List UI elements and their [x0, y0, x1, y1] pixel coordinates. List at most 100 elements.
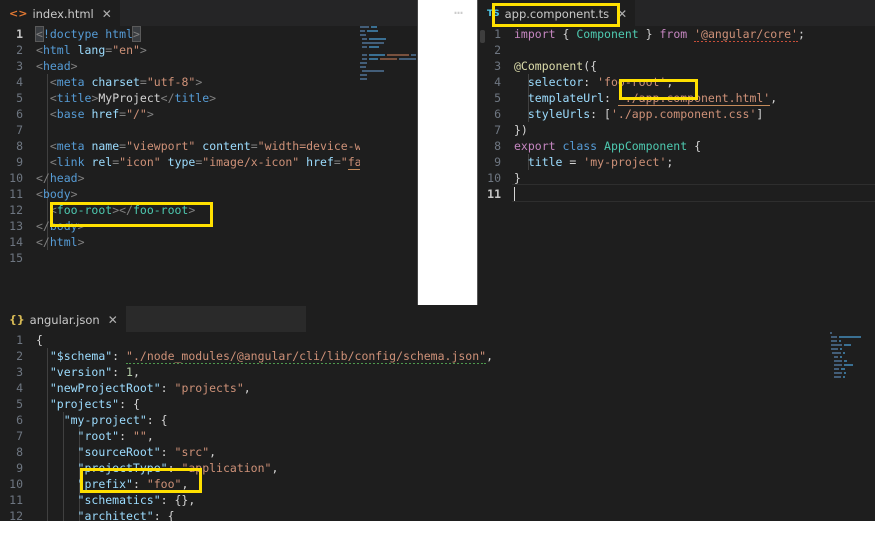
code-line: 12 <foo-root></foo-root> — [0, 202, 418, 218]
minimap-token — [843, 344, 851, 346]
minimap-token — [833, 372, 842, 374]
code-line: 11 — [478, 186, 875, 202]
line-content: @Component({ — [514, 59, 598, 73]
minimap-token — [369, 54, 385, 56]
minimap-token — [833, 368, 840, 370]
bottom-editor-pane: {} angular.json ✕ 1{ 2 "$schema": "./nod… — [0, 306, 875, 521]
editor-actions-overflow-button[interactable]: … — [443, 2, 475, 17]
line-number: 2 — [16, 43, 23, 57]
line-content: "my-project": { — [63, 413, 168, 427]
minimap-token — [368, 58, 378, 60]
bottom-editor-minimap[interactable] — [830, 332, 875, 521]
minimap-token — [360, 78, 368, 80]
close-icon[interactable]: ✕ — [102, 7, 112, 21]
tab-app-component-ts[interactable]: TS app.component.ts ✕ — [478, 0, 636, 26]
line-number: 1 — [16, 333, 23, 347]
minimap-line — [830, 352, 875, 355]
minimap-token — [360, 66, 367, 68]
minimap-token — [841, 368, 846, 370]
minimap-token — [386, 54, 409, 56]
code-line: 2 — [478, 42, 875, 58]
code-line: 8 export class AppComponent { — [478, 138, 875, 154]
code-line: 4 <meta charset="utf-8"> — [0, 74, 418, 90]
minimap-line — [830, 356, 875, 359]
minimap-token — [360, 30, 366, 32]
page-bottom-margin — [0, 521, 875, 533]
line-content: "root": "", — [77, 429, 154, 443]
minimap-token — [839, 340, 842, 342]
minimap-token — [360, 26, 370, 28]
left-editor-tabbar: <> index.html ✕ — [0, 0, 418, 26]
code-line: 1{ — [0, 332, 875, 348]
minimap-token — [379, 58, 397, 60]
line-number: 3 — [494, 59, 501, 73]
line-content: "version": 1, — [49, 365, 140, 379]
tab-index-html[interactable]: <> index.html ✕ — [0, 0, 120, 26]
code-line: 5 "projects": { — [0, 396, 875, 412]
line-number: 8 — [16, 139, 23, 153]
line-content: import { Component } from '@angular/core… — [514, 27, 805, 42]
code-line: 8 "sourceRoot": "src", — [0, 444, 875, 460]
editor-split-divider[interactable] — [417, 0, 418, 305]
code-line: 4 "newProjectRoot": "projects", — [0, 380, 875, 396]
code-line: 4 selector: 'foo-root', — [478, 74, 875, 90]
minimap-token — [362, 54, 368, 56]
line-number: 4 — [16, 381, 23, 395]
current-line-border-bottom — [512, 201, 875, 202]
code-line: 9 <link rel="icon" type="image/x-icon" h… — [0, 154, 418, 170]
line-number: 3 — [16, 365, 23, 379]
line-number: 2 — [494, 43, 501, 57]
code-line: 1 import { Component } from '@angular/cor… — [478, 26, 875, 42]
minimap-token — [362, 70, 385, 72]
code-line: 7}) — [478, 122, 875, 138]
line-number: 7 — [16, 429, 23, 443]
minimap-token — [831, 340, 838, 342]
bottom-editor-tabbar: {} angular.json ✕ — [0, 306, 875, 332]
tab-label: angular.json — [29, 312, 100, 327]
minimap-token — [410, 54, 417, 56]
minimap-line — [830, 372, 875, 375]
tabbar-filler-2 — [305, 306, 875, 332]
close-icon[interactable]: ✕ — [617, 7, 627, 21]
code-line: 13 </body> — [0, 218, 418, 234]
line-number: 14 — [9, 235, 23, 249]
close-icon[interactable]: ✕ — [108, 313, 118, 327]
tab-angular-json[interactable]: {} angular.json ✕ — [0, 306, 126, 332]
code-line: 12 "architect": { — [0, 508, 875, 521]
left-editor-minimap[interactable] — [360, 26, 418, 305]
minimap-line — [830, 364, 875, 367]
line-content: styleUrls: ['./app.component.css'] — [527, 107, 764, 121]
line-number: 15 — [9, 251, 23, 265]
code-line: 6 "my-project": { — [0, 412, 875, 428]
line-content: }) — [514, 123, 528, 137]
code-line: 7 — [0, 122, 418, 138]
tabbar-filler — [125, 306, 306, 332]
code-line: 6 styleUrls: ['./app.component.css'] — [478, 106, 875, 122]
minimap-token — [831, 344, 842, 346]
minimap-line — [830, 344, 875, 347]
line-number: 5 — [16, 397, 23, 411]
minimap-line — [360, 70, 418, 73]
left-editor-code[interactable]: 1 <!doctype html> 2 <html lang="en"> 3 <hea… — [0, 26, 418, 305]
line-content — [512, 42, 875, 58]
minimap-token — [839, 336, 862, 338]
line-number: 6 — [16, 107, 23, 121]
left-editor-pane: <> index.html ✕ 1 <!doctype html> 2 <html … — [0, 0, 418, 305]
minimap-line — [830, 348, 875, 351]
minimap-token — [371, 26, 377, 28]
bottom-editor-code[interactable]: 1{ 2 "$schema": "./node_modules/@angular… — [0, 332, 875, 521]
minimap-line — [360, 42, 418, 45]
minimap-token — [360, 62, 368, 64]
code-line: 2 "$schema": "./node_modules/@angular/cl… — [0, 348, 875, 364]
line-number: 9 — [494, 155, 501, 169]
vertical-scrollbar-thumb[interactable] — [480, 30, 485, 43]
minimap-token — [367, 30, 378, 32]
code-line: 7 "root": "", — [0, 428, 875, 444]
line-content: "projects": { — [49, 397, 140, 411]
typescript-icon: TS — [487, 8, 500, 19]
right-editor-code[interactable]: 1 import { Component } from '@angular/cor… — [478, 26, 875, 305]
line-number: 4 — [494, 75, 501, 89]
minimap-line — [830, 368, 875, 371]
minimap-token — [360, 34, 367, 36]
minimap-token — [843, 360, 848, 362]
